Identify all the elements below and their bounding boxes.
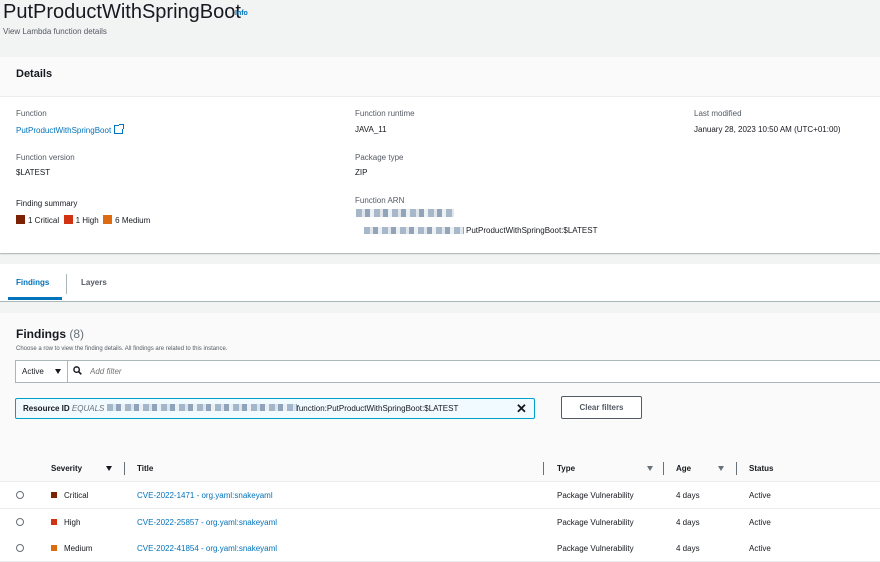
row-age: 4 days <box>676 518 700 527</box>
column-divider <box>543 462 544 475</box>
arn-value: PutProductWithSpringBoot:$LATEST <box>466 226 598 235</box>
filter-input[interactable] <box>90 365 490 378</box>
summary-label: Finding summary <box>16 199 78 208</box>
function-link-text: PutProductWithSpringBoot <box>16 126 112 135</box>
col-age[interactable]: Age <box>676 464 691 473</box>
table-row[interactable]: Medium CVE-2022-41854 - org.yaml:snakeya… <box>0 535 880 562</box>
row-radio[interactable] <box>16 518 24 526</box>
modified-label: Last modified <box>694 109 742 118</box>
col-severity[interactable]: Severity <box>51 464 82 473</box>
page-title: PutProductWithSpringBoot <box>3 1 241 23</box>
row-age: 4 days <box>676 491 700 500</box>
clear-filters-button[interactable]: Clear filters <box>561 396 642 419</box>
column-divider <box>663 462 664 475</box>
findings-count: (8) <box>69 327 85 341</box>
redacted-arn-part <box>364 227 464 234</box>
search-icon <box>73 366 82 375</box>
token-operator: EQUALS <box>71 404 105 413</box>
col-title[interactable]: Title <box>137 464 153 473</box>
token-value: function:PutProductWithSpringBoot:$LATES… <box>296 404 459 413</box>
high-count: 1 High <box>75 216 99 225</box>
table-row[interactable]: High CVE-2022-25857 - org.yaml:snakeyaml… <box>0 509 880 536</box>
table-row[interactable]: Critical CVE-2022-1471 - org.yaml:snakey… <box>0 482 880 509</box>
external-link-icon <box>114 124 125 134</box>
tab-layers[interactable]: Layers <box>81 278 107 287</box>
critical-count: 1 Critical <box>28 216 60 225</box>
row-age: 4 days <box>676 544 700 553</box>
caret-down-icon <box>55 369 61 374</box>
tab-divider <box>66 274 67 294</box>
row-type: Package Vulnerability <box>557 544 634 553</box>
severity-swatch <box>51 545 57 551</box>
sort-desc-icon[interactable] <box>106 466 112 471</box>
token-key: Resource ID <box>23 404 70 413</box>
tabs-bar: Findings Layers <box>0 264 880 302</box>
row-radio[interactable] <box>16 491 24 499</box>
row-title-link[interactable]: CVE-2022-25857 - org.yaml:snakeyaml <box>137 518 277 527</box>
package-value: ZIP <box>355 168 368 177</box>
findings-title: Findings (8) <box>16 327 84 341</box>
version-label: Function version <box>16 153 75 162</box>
medium-count: 6 Medium <box>115 216 151 225</box>
column-divider <box>736 462 737 475</box>
filter-bar: Active <box>15 360 880 383</box>
column-divider <box>124 462 125 475</box>
high-swatch <box>63 215 73 224</box>
modified-value: January 28, 2023 10:50 AM (UTC+01:00) <box>694 125 841 134</box>
tab-findings[interactable]: Findings <box>16 278 49 287</box>
row-severity: Medium <box>64 544 93 553</box>
remove-filter-icon[interactable]: ✕ <box>516 402 527 415</box>
version-value: $LATEST <box>16 168 51 177</box>
finding-summary: 1 Critical 1 High 6 Medium <box>16 215 150 225</box>
row-title-link[interactable]: CVE-2022-41854 - org.yaml:snakeyaml <box>137 544 277 553</box>
active-tab-indicator <box>8 297 62 300</box>
package-label: Package type <box>355 153 404 162</box>
severity-swatch <box>51 492 57 498</box>
col-type[interactable]: Type <box>557 464 575 473</box>
function-label: Function <box>16 109 47 118</box>
page-subtitle: View Lambda function details <box>3 27 107 36</box>
redacted-arn-part <box>356 209 454 217</box>
row-title-link[interactable]: CVE-2022-1471 - org.yaml:snakeyaml <box>137 491 273 500</box>
medium-swatch <box>103 215 113 224</box>
row-status: Active <box>749 544 771 553</box>
sort-icon[interactable] <box>718 466 724 471</box>
runtime-label: Function runtime <box>355 109 415 118</box>
col-status[interactable]: Status <box>749 464 773 473</box>
runtime-value: JAVA_11 <box>355 125 387 134</box>
sort-icon[interactable] <box>647 466 653 471</box>
details-panel: Details Function PutProductWithSpringBoo… <box>0 57 880 253</box>
row-type: Package Vulnerability <box>557 518 634 527</box>
row-severity: Critical <box>64 491 89 500</box>
severity-swatch <box>51 519 57 525</box>
info-link[interactable]: Info <box>235 10 248 17</box>
filter-token: Resource ID EQUALS function:PutProductWi… <box>15 398 535 419</box>
row-severity: High <box>64 518 81 527</box>
page-header: PutProductWithSpringBoot Info View Lambd… <box>0 0 880 50</box>
row-status: Active <box>749 491 771 500</box>
arn-label: Function ARN <box>355 196 405 205</box>
row-radio[interactable] <box>16 544 24 552</box>
findings-description: Choose a row to view the finding details… <box>16 346 228 352</box>
status-select-value: Active <box>22 367 44 376</box>
row-type: Package Vulnerability <box>557 491 634 500</box>
critical-swatch <box>16 215 25 224</box>
findings-title-text: Findings <box>16 327 66 341</box>
row-status: Active <box>749 518 771 527</box>
function-link[interactable]: PutProductWithSpringBoot <box>16 124 125 135</box>
details-heading: Details <box>0 57 880 97</box>
redacted-resource-id <box>106 404 297 411</box>
status-select[interactable]: Active <box>16 361 68 382</box>
table-header: Severity Title Type Age Status <box>0 455 880 482</box>
